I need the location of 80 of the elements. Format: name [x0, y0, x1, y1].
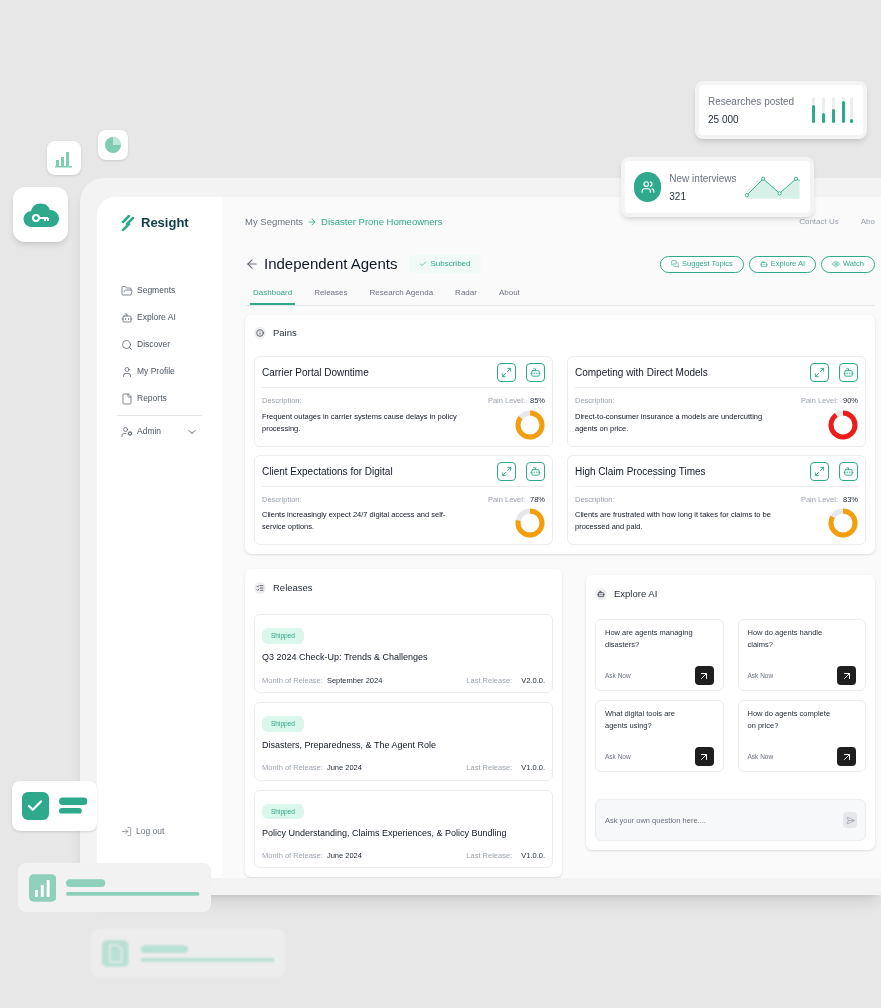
robot-icon [597, 589, 605, 598]
robot-icon [843, 465, 854, 477]
logo-icon [121, 214, 135, 231]
release-title: Disasters, Preparedness, & The Agent Role [262, 738, 437, 752]
ask-button[interactable] [694, 747, 714, 766]
ai-button[interactable] [839, 363, 858, 383]
ai-button[interactable] [526, 363, 545, 383]
bar-chart-icon [29, 873, 57, 902]
list-icon [256, 583, 264, 592]
ask-button[interactable] [837, 747, 856, 766]
expand-icon [501, 367, 512, 379]
line-sparkline-icon [744, 174, 801, 200]
sidebar-item-icon [121, 392, 133, 405]
sidebar-item-icon [121, 365, 133, 378]
ask-button[interactable] [694, 666, 714, 685]
user-gear-icon [121, 425, 133, 438]
pain-level-donut [828, 507, 858, 538]
arrow-right-icon [307, 217, 318, 227]
action-icon [759, 260, 768, 268]
expand-button[interactable] [497, 363, 516, 383]
stat-value: 25 000 [708, 112, 740, 127]
document-icon [102, 940, 129, 967]
stat-value: 321 [669, 189, 687, 204]
logout-icon [121, 826, 132, 838]
expand-icon [501, 465, 512, 477]
cloud-key-icon [22, 201, 59, 228]
tab[interactable]: Radar [452, 284, 480, 305]
pain-title: Competing with Direct Models [575, 366, 708, 381]
ask-button[interactable] [837, 666, 856, 685]
section-title: Releases [273, 580, 313, 595]
brand-name: Resight [141, 214, 189, 232]
section-title: Explore AI [614, 586, 658, 601]
sidebar-item-icon [121, 284, 133, 297]
sidebar-item[interactable]: Reports [121, 390, 198, 407]
action-icon [832, 260, 840, 268]
text-lines-icon [66, 878, 200, 897]
check-icon [419, 260, 428, 268]
release-title: Policy Understanding, Claims Experiences, & Policy Bundling [262, 826, 508, 840]
sidebar-item-icon [121, 311, 133, 324]
info-icon [256, 329, 264, 338]
robot-icon [530, 465, 541, 477]
expand-icon [814, 367, 825, 379]
expand-button[interactable] [497, 461, 516, 481]
expand-button[interactable] [810, 363, 829, 383]
sidebar-item[interactable]: My Profile [121, 363, 198, 380]
pain-level-donut [828, 409, 858, 440]
sidebar-item[interactable]: Explore AI [121, 309, 198, 326]
stat-label: New interviews [669, 171, 737, 186]
ai-button[interactable] [839, 461, 858, 481]
sidebar-item[interactable]: Segments [121, 282, 198, 299]
stat-label: Researches posted [708, 94, 795, 109]
action-icon [671, 260, 680, 268]
robot-icon [530, 367, 541, 379]
section-title: Pains [273, 326, 297, 340]
subscribed-badge: Subscribed [409, 255, 481, 273]
tab[interactable]: About [495, 284, 523, 305]
robot-icon [843, 367, 854, 379]
page-title: Independent Agents [264, 253, 398, 274]
sidebar-item-icon [121, 338, 133, 351]
tab[interactable]: Research Agenda [366, 284, 437, 305]
expand-icon [814, 465, 825, 477]
release-title: Q3 2024 Check-Up: Trends & Challenges [262, 651, 429, 664]
expand-button[interactable] [810, 461, 829, 481]
text-lines-icon [140, 944, 274, 963]
ai-button[interactable] [526, 461, 545, 481]
bar-sparkline-icon [810, 97, 854, 123]
logout-link[interactable]: Log out [121, 825, 198, 838]
back-arrow-icon[interactable] [245, 257, 259, 271]
pie-chart-icon [104, 136, 122, 154]
breadcrumb-link[interactable]: My Segments [245, 214, 304, 230]
pain-title: Client Expectations for Digital [262, 464, 393, 479]
sidebar-item[interactable]: Discover [121, 336, 198, 353]
users-icon [640, 180, 655, 194]
send-icon[interactable] [845, 815, 855, 825]
pain-title: High Claim Processing Times [575, 464, 706, 479]
pain-level-donut [515, 507, 545, 538]
sidebar-item[interactable]: Admin [121, 423, 198, 440]
pain-title: Carrier Portal Downtime [262, 366, 369, 381]
pain-level-donut [515, 409, 545, 440]
tab[interactable]: Releases [311, 284, 351, 305]
